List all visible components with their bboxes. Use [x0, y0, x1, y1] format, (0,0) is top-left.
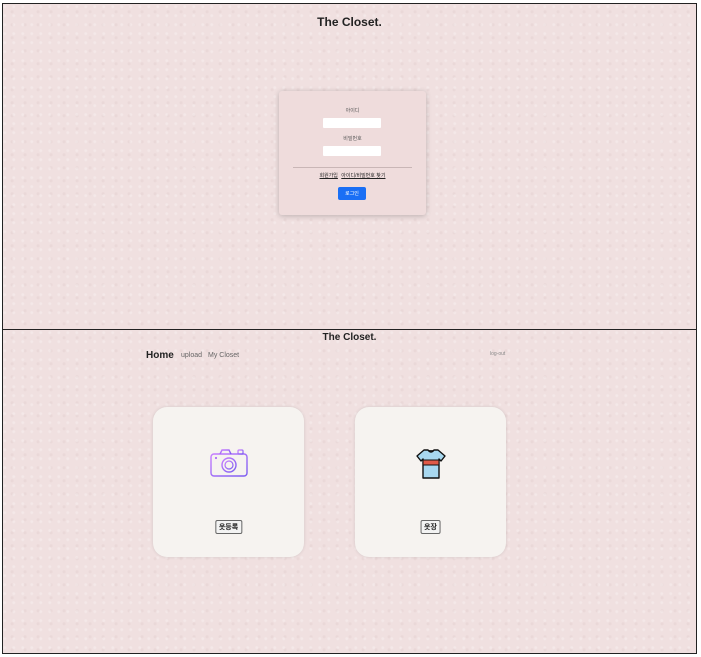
signup-link[interactable]: 회원가입 — [320, 173, 338, 179]
nav-home[interactable]: Home — [146, 350, 174, 361]
logout-link[interactable]: log-out — [490, 351, 505, 357]
password-input[interactable] — [323, 146, 381, 156]
login-card: 아이디 비밀번호 회원가입 아이디/비밀번호 찾기 로그인 — [279, 91, 426, 215]
closet-button[interactable]: 옷장 — [420, 520, 441, 534]
password-label: 비밀번호 — [343, 136, 362, 142]
login-links: 회원가입 아이디/비밀번호 찾기 — [279, 172, 426, 179]
id-input[interactable] — [323, 118, 381, 128]
find-account-link[interactable]: 아이디/비밀번호 찾기 — [341, 173, 385, 179]
login-screen: The Closet. 아이디 비밀번호 회원가입 아이디/비밀번호 찾기 로그… — [2, 3, 697, 330]
camera-icon — [209, 447, 249, 484]
divider — [293, 167, 412, 168]
nav-my-closet[interactable]: My Closet — [208, 352, 239, 359]
tshirt-icon — [414, 447, 448, 486]
id-label: 아이디 — [345, 108, 360, 114]
site-title: The Closet. — [322, 332, 377, 343]
home-screen: The Closet. Home upload My Closet log-ou… — [2, 329, 697, 654]
register-clothes-card[interactable]: 옷등록 — [153, 407, 304, 557]
login-button[interactable]: 로그인 — [338, 187, 366, 200]
register-clothes-button[interactable]: 옷등록 — [214, 520, 243, 534]
site-title: The Closet. — [317, 15, 382, 29]
nav-upload[interactable]: upload — [181, 352, 202, 359]
closet-card[interactable]: 옷장 — [355, 407, 506, 557]
